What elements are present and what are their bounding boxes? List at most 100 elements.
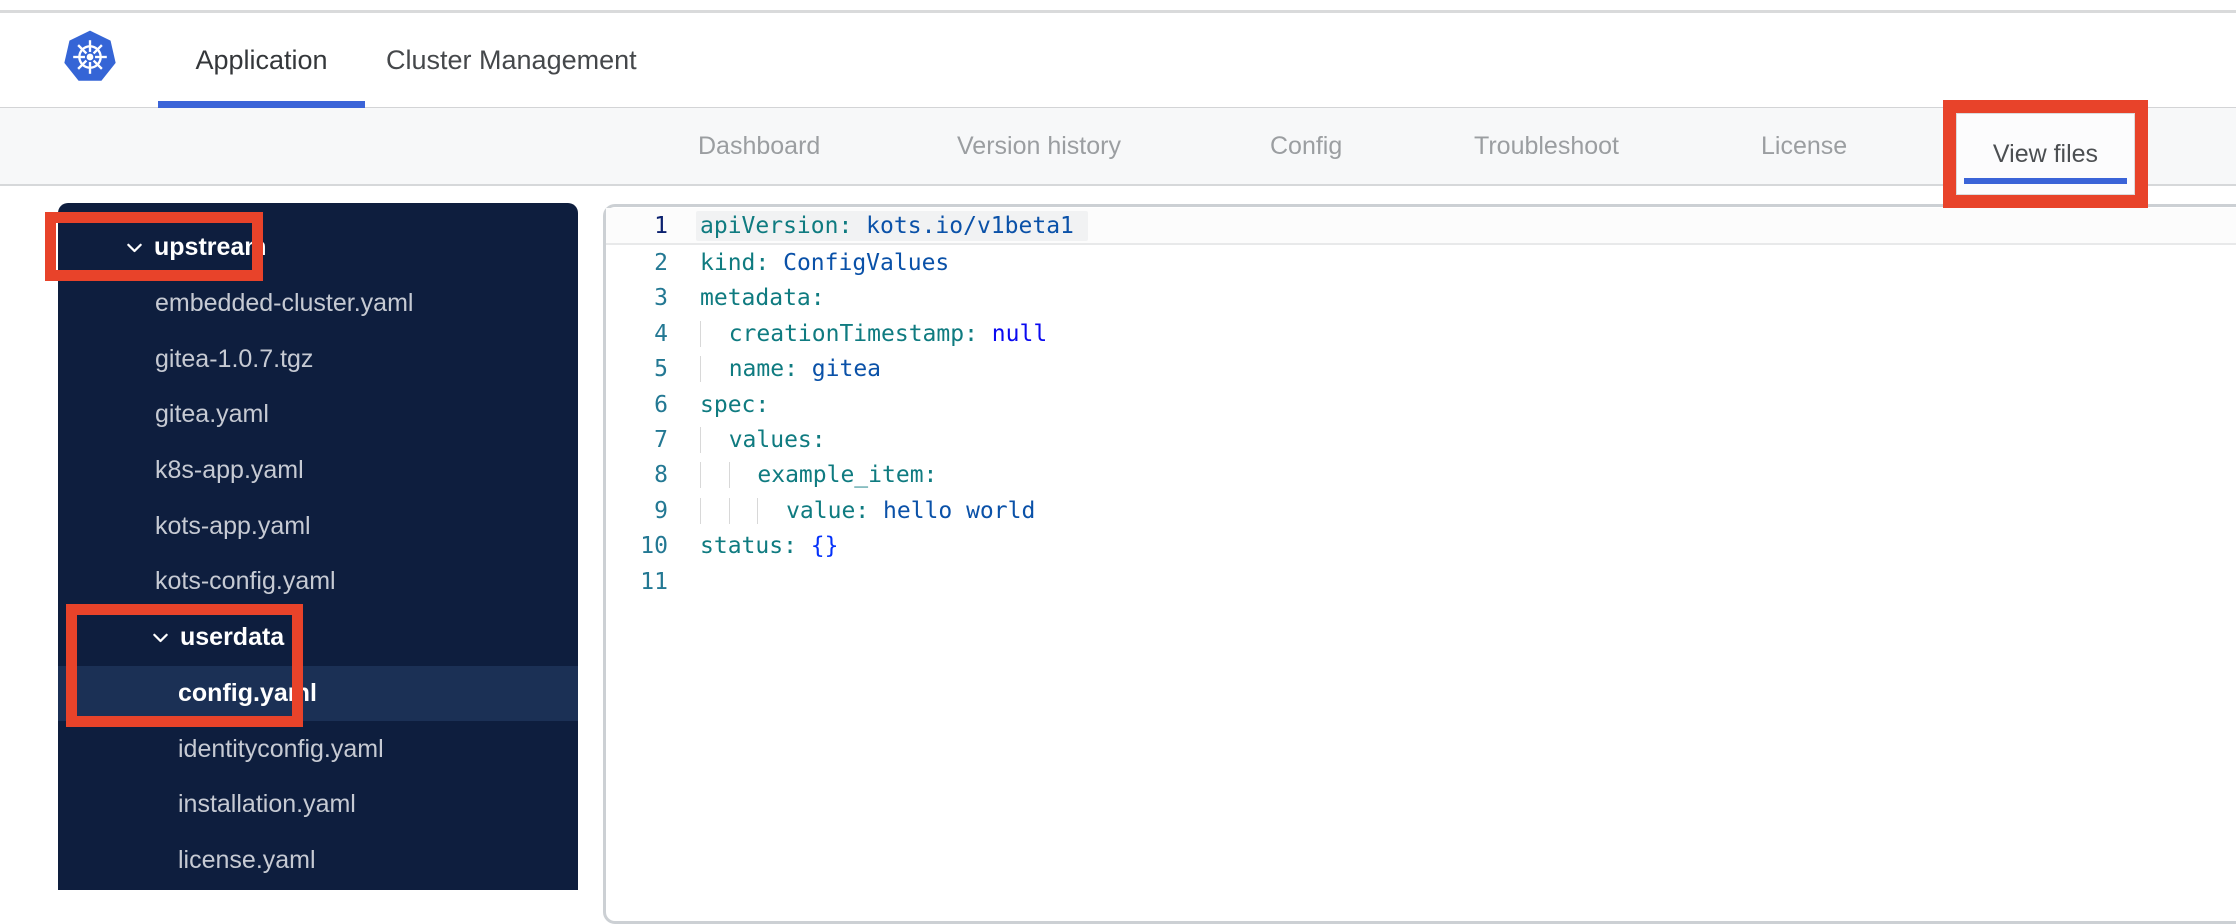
token-key: value:	[786, 497, 870, 524]
tree-item-label: kots-app.yaml	[155, 511, 311, 540]
file-tree-sidebar: upstream embedded-cluster.yaml gitea-1.0…	[58, 203, 578, 890]
code-line[interactable]: 10 status: {}	[606, 529, 2236, 564]
token-key: status:	[700, 533, 797, 560]
tree-item-label: identityconfig.yaml	[178, 734, 384, 763]
token-key: apiVersion:	[700, 212, 853, 239]
line-number: 11	[640, 568, 668, 595]
token-kw: null	[977, 320, 1048, 347]
app-nav-bar: Dashboard Version history Config Trouble…	[0, 108, 2236, 186]
code-line-content: kind: ConfigValues	[700, 250, 949, 276]
header-tab-bar: Application Cluster Management	[0, 13, 2236, 108]
token-key: spec:	[700, 391, 770, 418]
file-config-yaml[interactable]: config.yaml	[58, 665, 578, 722]
code-line[interactable]: 6 spec:	[606, 387, 2236, 422]
line-number: 4	[654, 320, 668, 347]
tree-item-label: installation.yaml	[178, 790, 356, 819]
code-line-content: creationTimestamp: null	[700, 320, 1048, 347]
code-line-content: values:	[700, 427, 826, 454]
file-license-yaml[interactable]: license.yaml	[58, 833, 578, 889]
code-line-content: apiVersion: kots.io/v1beta1	[696, 210, 1088, 241]
token-key: name:	[728, 356, 798, 383]
code-line[interactable]: 5 name: gitea	[606, 352, 2236, 387]
app-header: Application Cluster Management	[0, 13, 2236, 108]
header-tab-cluster-management[interactable]: Cluster Management	[386, 13, 637, 107]
tab-troubleshoot[interactable]: Troubleshoot	[1474, 108, 1619, 184]
code-line[interactable]: 11	[606, 564, 2236, 599]
file-k8s-app-yaml[interactable]: k8s-app.yaml	[58, 443, 578, 499]
tree-item-label: upstream	[154, 233, 267, 262]
code-line-content: name: gitea	[700, 356, 881, 383]
line-number: 9	[654, 497, 668, 524]
yaml-editor[interactable]: 1 apiVersion: kots.io/v1beta1 2 kind: Co…	[603, 204, 2236, 924]
indent-guide	[700, 427, 729, 454]
tree-item-label: gitea-1.0.7.tgz	[155, 344, 314, 373]
header-tab-label: Application	[195, 44, 328, 75]
line-number: 5	[654, 356, 668, 383]
code-line[interactable]: 9 value: hello world	[606, 493, 2236, 528]
code-line[interactable]: 4 creationTimestamp: null	[606, 316, 2236, 351]
line-number: 1	[654, 212, 668, 239]
file-embedded-cluster-yaml[interactable]: embedded-cluster.yaml	[58, 276, 578, 332]
header-tab-label: Cluster Management	[386, 44, 637, 75]
active-tab-underline	[1964, 178, 2127, 184]
header-tab-application[interactable]: Application	[158, 13, 365, 108]
token-val: kots.io/v1beta1	[852, 212, 1074, 239]
tab-license[interactable]: License	[1761, 108, 1847, 184]
code-line-content: metadata:	[700, 285, 825, 311]
indent-guide	[728, 497, 758, 524]
tab-version-history[interactable]: Version history	[957, 108, 1121, 184]
tab-view-files-label: View files	[1992, 139, 2099, 168]
file-identityconfig-yaml[interactable]: identityconfig.yaml	[58, 721, 578, 777]
token-key: values:	[728, 427, 826, 454]
file-kots-config-yaml[interactable]: kots-config.yaml	[58, 554, 578, 610]
nav-item-label: Version history	[957, 131, 1121, 160]
indent-guide	[700, 462, 729, 489]
tree-item-label: kots-config.yaml	[155, 567, 336, 596]
token-key: example_item:	[757, 462, 938, 489]
chevron-down-icon[interactable]	[150, 627, 171, 648]
folder-userdata[interactable]: userdata	[58, 610, 578, 666]
tree-item-label: embedded-cluster.yaml	[155, 289, 414, 318]
tab-config[interactable]: Config	[1270, 108, 1342, 184]
tab-view-files[interactable]: View files	[1956, 113, 2135, 195]
code-line-content: example_item:	[700, 462, 938, 489]
code-line[interactable]: 1 apiVersion: kots.io/v1beta1	[606, 208, 2236, 246]
indent-guide	[700, 320, 729, 347]
code-line-content: status: {}	[700, 533, 838, 559]
line-number: 3	[654, 285, 668, 312]
code-line[interactable]: 8 example_item:	[606, 458, 2236, 493]
active-tab-underline	[158, 101, 365, 108]
tree-item-label: k8s-app.yaml	[155, 456, 304, 485]
token-key: kind:	[700, 250, 770, 277]
chevron-down-icon[interactable]	[124, 237, 145, 258]
folder-upstream[interactable]: upstream	[58, 220, 578, 276]
code-line-content: value: hello world	[700, 497, 1036, 524]
indent-guide	[700, 356, 729, 383]
file-gitea-yaml[interactable]: gitea.yaml	[58, 387, 578, 443]
nav-item-label: Dashboard	[698, 131, 821, 160]
tree-item-label: userdata	[180, 623, 285, 652]
token-key: creationTimestamp:	[728, 320, 978, 347]
indent-guide	[757, 497, 786, 524]
nav-item-label: License	[1761, 131, 1848, 160]
file-installation-yaml[interactable]: installation.yaml	[58, 777, 578, 833]
code-line[interactable]: 3 metadata:	[606, 281, 2236, 316]
nav-item-label: Config	[1270, 131, 1343, 160]
tree-item-label: gitea.yaml	[155, 400, 269, 429]
token-val: hello world	[869, 497, 1036, 524]
line-number: 6	[654, 391, 668, 418]
tree-item-label: config.yaml	[178, 678, 317, 707]
code-line-content: spec:	[700, 392, 769, 418]
token-val: ConfigValues	[769, 250, 950, 277]
file-gitea-1-0-7-tgz[interactable]: gitea-1.0.7.tgz	[58, 331, 578, 387]
line-number: 7	[654, 427, 668, 454]
line-number: 8	[654, 462, 668, 489]
file-kots-app-yaml[interactable]: kots-app.yaml	[58, 498, 578, 554]
indent-guide	[728, 462, 758, 489]
indent-guide	[700, 497, 729, 524]
code-line[interactable]: 2 kind: ConfigValues	[606, 245, 2236, 280]
tab-dashboard[interactable]: Dashboard	[698, 108, 820, 184]
code-line[interactable]: 7 values:	[606, 422, 2236, 457]
nav-item-label: Troubleshoot	[1474, 131, 1619, 160]
tree-item-label: license.yaml	[178, 845, 316, 874]
